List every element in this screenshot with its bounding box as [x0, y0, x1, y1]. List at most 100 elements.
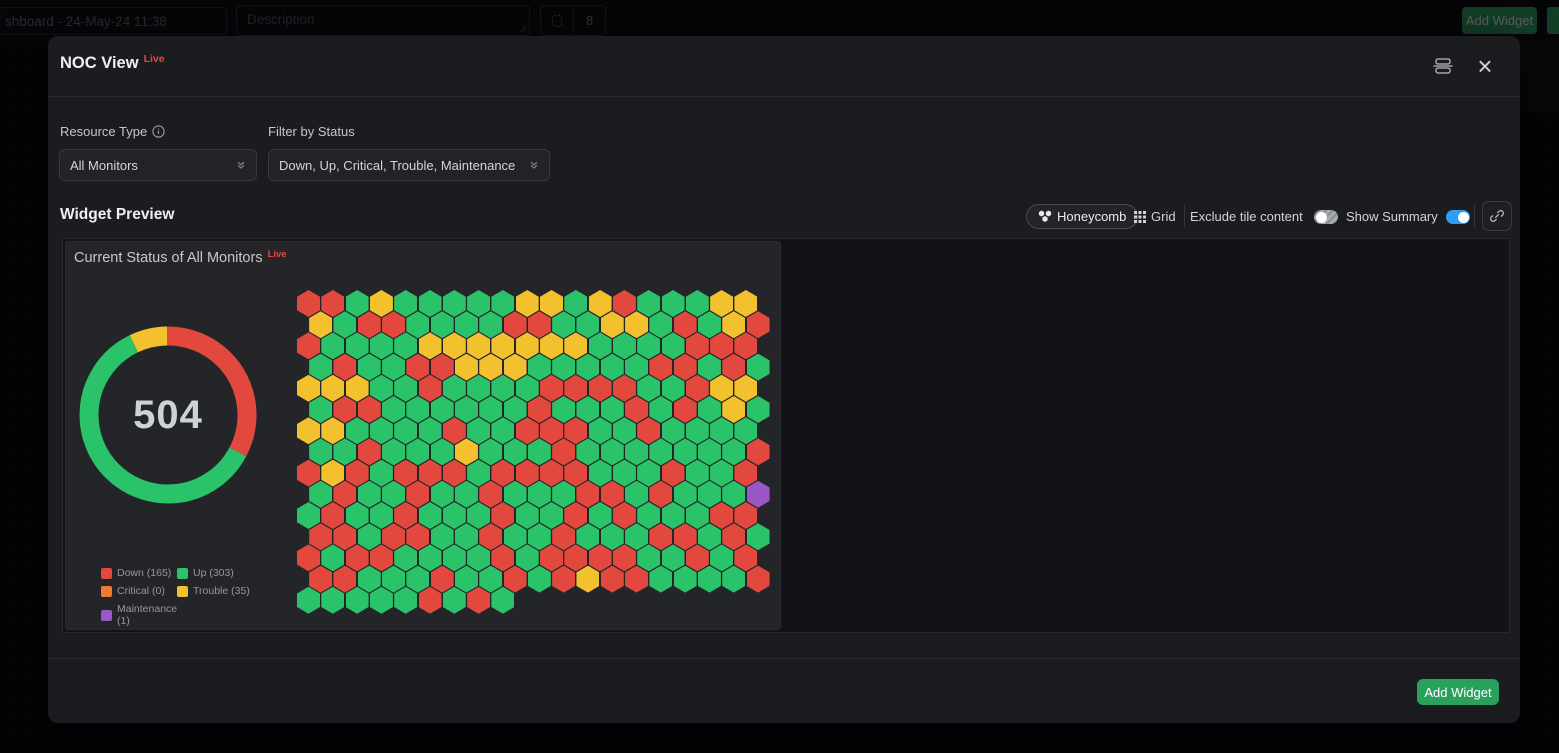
- show-summary-toggle[interactable]: [1446, 210, 1470, 224]
- hex-tile-down[interactable]: [516, 460, 539, 487]
- hex-tile-down[interactable]: [333, 396, 356, 423]
- hex-tile-up[interactable]: [698, 523, 721, 550]
- hex-tile-up[interactable]: [674, 566, 697, 593]
- hex-tile-up[interactable]: [710, 460, 733, 487]
- hex-tile-up[interactable]: [734, 417, 757, 444]
- hex-tile-up[interactable]: [601, 354, 624, 381]
- hex-tile-down[interactable]: [625, 396, 648, 423]
- hex-tile-down[interactable]: [406, 481, 429, 508]
- hex-tile-down[interactable]: [504, 311, 527, 338]
- hex-tile-down[interactable]: [358, 311, 381, 338]
- hex-tile-up[interactable]: [662, 417, 685, 444]
- hex-tile-up[interactable]: [309, 438, 332, 465]
- hex-tile-up[interactable]: [358, 481, 381, 508]
- hex-tile-up[interactable]: [309, 354, 332, 381]
- hex-tile-up[interactable]: [710, 544, 733, 571]
- hex-tile-down[interactable]: [649, 354, 672, 381]
- hex-tile-down[interactable]: [674, 523, 697, 550]
- hex-tile-down[interactable]: [479, 481, 502, 508]
- filter-by-status-select[interactable]: Down, Up, Critical, Trouble, Maintenance: [268, 149, 550, 181]
- hex-tile-up[interactable]: [698, 438, 721, 465]
- hex-tile-down[interactable]: [576, 481, 599, 508]
- hex-tile-up[interactable]: [649, 438, 672, 465]
- hex-tile-down[interactable]: [297, 290, 320, 317]
- hex-tile-trouble[interactable]: [297, 417, 320, 444]
- hex-tile-up[interactable]: [333, 311, 356, 338]
- hex-tile-down[interactable]: [589, 375, 612, 402]
- hex-tile-trouble[interactable]: [443, 332, 466, 359]
- hex-tile-up[interactable]: [394, 587, 417, 614]
- hex-tile-trouble[interactable]: [625, 311, 648, 338]
- hex-tile-up[interactable]: [382, 354, 405, 381]
- hex-tile-down[interactable]: [419, 587, 442, 614]
- hex-tile-up[interactable]: [479, 438, 502, 465]
- hex-tile-up[interactable]: [552, 311, 575, 338]
- hex-tile-down[interactable]: [297, 332, 320, 359]
- hex-tile-up[interactable]: [370, 332, 393, 359]
- hex-tile-down[interactable]: [552, 438, 575, 465]
- hex-tile-trouble[interactable]: [321, 460, 344, 487]
- hex-tile-down[interactable]: [625, 566, 648, 593]
- hex-tile-trouble[interactable]: [722, 396, 745, 423]
- hex-tile-up[interactable]: [346, 417, 369, 444]
- hex-tile-up[interactable]: [406, 566, 429, 593]
- hex-tile-up[interactable]: [649, 396, 672, 423]
- hex-tile-up[interactable]: [370, 587, 393, 614]
- hex-tile-up[interactable]: [516, 375, 539, 402]
- hex-tile-down[interactable]: [479, 523, 502, 550]
- hex-tile-down[interactable]: [358, 396, 381, 423]
- hex-tile-up[interactable]: [431, 481, 454, 508]
- hex-tile-down[interactable]: [686, 375, 709, 402]
- hex-tile-down[interactable]: [564, 544, 587, 571]
- grid-view-button[interactable]: Grid: [1134, 204, 1176, 229]
- hex-tile-up[interactable]: [698, 396, 721, 423]
- hex-tile-down[interactable]: [382, 311, 405, 338]
- hex-tile-trouble[interactable]: [722, 311, 745, 338]
- hex-tile-up[interactable]: [528, 481, 551, 508]
- hex-tile-trouble[interactable]: [467, 332, 490, 359]
- hex-tile-up[interactable]: [479, 566, 502, 593]
- hex-tile-up[interactable]: [601, 523, 624, 550]
- hex-tile-up[interactable]: [576, 523, 599, 550]
- hex-tile-up[interactable]: [467, 502, 490, 529]
- hex-tile-up[interactable]: [346, 587, 369, 614]
- hex-tile-down[interactable]: [747, 566, 770, 593]
- hex-tile-up[interactable]: [576, 311, 599, 338]
- hex-tile-up[interactable]: [625, 354, 648, 381]
- hex-tile-up[interactable]: [637, 502, 660, 529]
- hex-tile-down[interactable]: [710, 502, 733, 529]
- hex-tile-up[interactable]: [552, 354, 575, 381]
- hex-tile-down[interactable]: [589, 544, 612, 571]
- add-widget-button[interactable]: Add Widget: [1417, 679, 1499, 705]
- hex-tile-down[interactable]: [297, 544, 320, 571]
- hex-tile-down[interactable]: [419, 375, 442, 402]
- hex-tile-down[interactable]: [540, 417, 563, 444]
- hex-tile-down[interactable]: [564, 460, 587, 487]
- hex-tile-up[interactable]: [455, 396, 478, 423]
- hex-tile-down[interactable]: [406, 523, 429, 550]
- hex-tile-down[interactable]: [552, 566, 575, 593]
- hex-tile-trouble[interactable]: [370, 290, 393, 317]
- hex-tile-up[interactable]: [297, 502, 320, 529]
- copy-link-button[interactable]: [1482, 201, 1512, 231]
- hex-tile-down[interactable]: [346, 460, 369, 487]
- hex-tile-up[interactable]: [625, 481, 648, 508]
- hex-tile-up[interactable]: [370, 502, 393, 529]
- hex-tile-trouble[interactable]: [601, 311, 624, 338]
- hex-tile-up[interactable]: [443, 587, 466, 614]
- hex-tile-down[interactable]: [321, 290, 344, 317]
- hex-tile-up[interactable]: [382, 438, 405, 465]
- hex-tile-up[interactable]: [552, 396, 575, 423]
- hex-tile-up[interactable]: [698, 481, 721, 508]
- hex-tile-up[interactable]: [370, 375, 393, 402]
- hex-tile-up[interactable]: [467, 417, 490, 444]
- hex-tile-trouble[interactable]: [589, 290, 612, 317]
- hex-tile-up[interactable]: [455, 523, 478, 550]
- hex-tile-up[interactable]: [698, 311, 721, 338]
- hex-tile-down[interactable]: [382, 523, 405, 550]
- hex-tile-up[interactable]: [431, 438, 454, 465]
- hex-tile-up[interactable]: [637, 290, 660, 317]
- hex-tile-up[interactable]: [467, 375, 490, 402]
- hex-tile-up[interactable]: [576, 438, 599, 465]
- hex-tile-up[interactable]: [419, 544, 442, 571]
